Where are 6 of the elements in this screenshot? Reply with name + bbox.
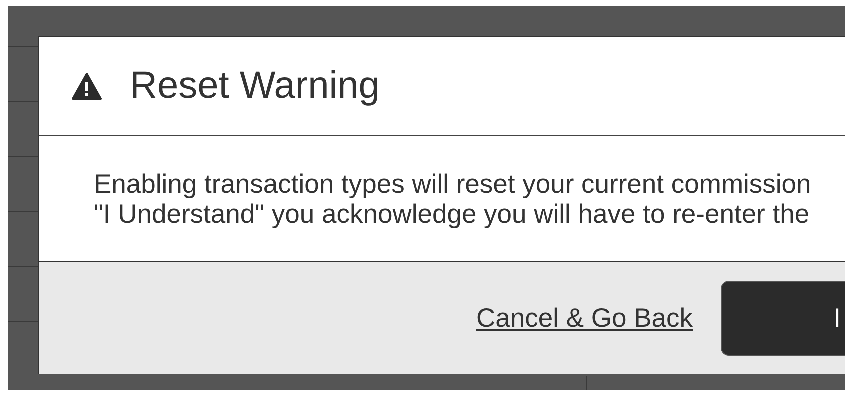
message-text: Enabling transaction types will reset your current commission	[94, 169, 812, 199]
cancel-link[interactable]: Cancel & Go Back	[476, 302, 693, 334]
confirm-button[interactable]: I	[721, 280, 845, 356]
dialog-title: Reset Warning	[130, 64, 380, 108]
message-text: "I Understand" you acknowledge you will have to re-enter the	[94, 199, 810, 229]
warning-icon	[72, 72, 102, 100]
